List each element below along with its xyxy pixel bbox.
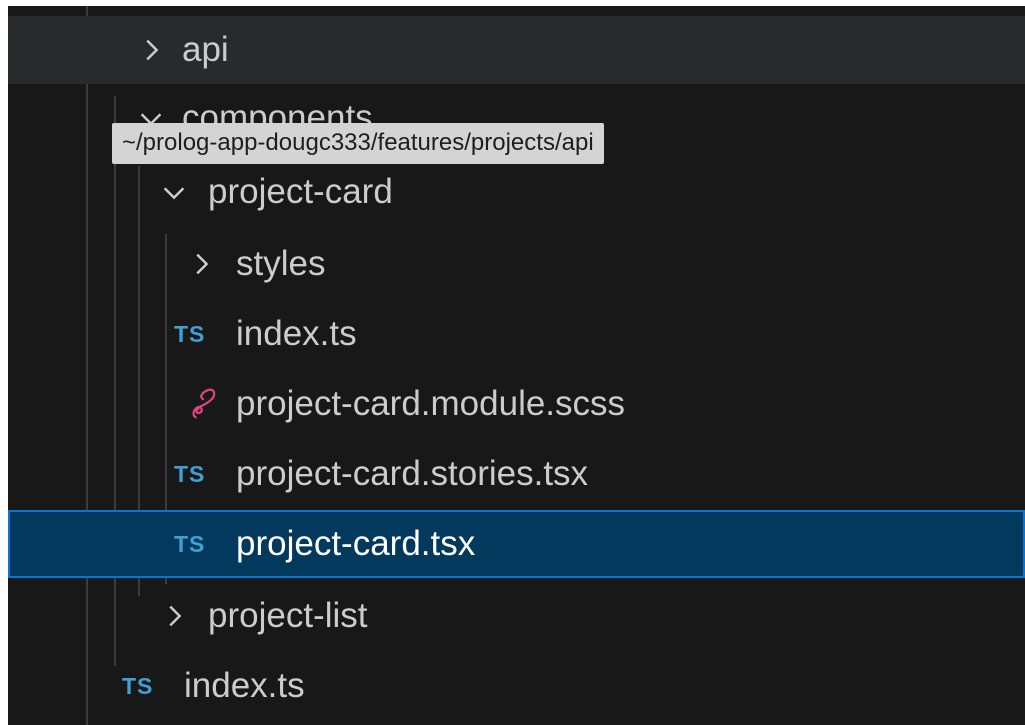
sass-icon [192, 388, 216, 419]
chevron-down-icon [159, 177, 189, 207]
tree-item-api[interactable]: api [8, 16, 1025, 84]
chevron-right-icon [186, 249, 216, 279]
typescript-file-icon: TS [174, 320, 206, 347]
tree-item-label: project-card.tsx [236, 524, 476, 563]
tree-item-index-ts[interactable]: TS index.ts [8, 300, 1025, 368]
tree-item-project-card[interactable]: project-card [8, 158, 1025, 226]
tree-item-label: styles [236, 244, 326, 283]
tree-item-label: project-list [208, 596, 368, 635]
file-explorer-tree: api components project-card styles TS in… [8, 6, 1025, 725]
tree-item-stories-tsx[interactable]: TS project-card.stories.tsx [8, 440, 1025, 508]
tree-item-module-scss[interactable]: project-card.module.scss [8, 370, 1025, 438]
tree-item-root-index-ts[interactable]: TS index.ts [8, 652, 1025, 720]
typescript-file-icon: TS [122, 672, 154, 699]
tree-item-label: index.ts [184, 666, 305, 705]
tree-item-label: api [182, 30, 229, 69]
tree-item-label: project-card.stories.tsx [236, 454, 589, 493]
tree-item-label: project-card.module.scss [236, 384, 626, 423]
tree-item-project-list[interactable]: project-list [8, 582, 1025, 650]
path-tooltip: ~/prolog-app-dougc333/features/projects/… [112, 123, 604, 164]
chevron-right-icon [136, 35, 166, 65]
tree-item-label: project-card [208, 172, 393, 211]
tree-item-label: index.ts [236, 314, 357, 353]
chevron-right-icon [159, 601, 189, 631]
tree-item-styles[interactable]: styles [8, 230, 1025, 298]
tree-item-project-card-tsx[interactable]: TS project-card.tsx [8, 510, 1025, 578]
typescript-file-icon: TS [174, 530, 206, 557]
typescript-file-icon: TS [174, 460, 206, 487]
